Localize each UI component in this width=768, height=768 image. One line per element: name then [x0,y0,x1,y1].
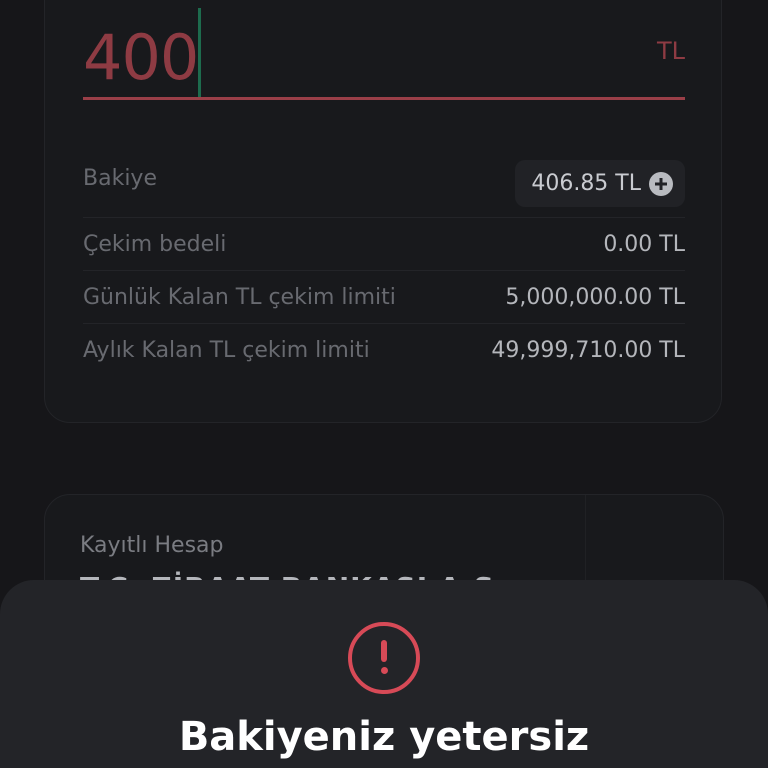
plus-circle-icon[interactable] [649,171,673,196]
withdraw-page: 400 TL Bakiye 406.85 TL Çekim bedeli 0.0… [0,0,768,768]
daily-limit-row: Günlük Kalan TL çekim limiti 5,000,000.0… [83,271,685,324]
daily-limit-label: Günlük Kalan TL çekim limiti [83,285,396,310]
withdraw-info-list: Bakiye 406.85 TL Çekim bedeli 0.00 TL Gü… [83,158,685,377]
fee-value: 0.00 TL [603,232,685,257]
exclamation-bar [381,640,387,662]
balance-value: 406.85 TL [531,171,641,196]
fee-label: Çekim bedeli [83,232,227,257]
balance-row: Bakiye 406.85 TL [83,158,685,218]
monthly-limit-value: 49,999,710.00 TL [491,338,685,363]
amount-value: 400 [83,21,199,94]
exclamation-circle-icon [348,622,420,694]
amount-input[interactable]: 400 TL [83,8,685,100]
text-caret [198,8,201,98]
monthly-limit-row: Aylık Kalan TL çekim limiti 49,999,710.0… [83,324,685,377]
amount-underline [83,97,685,100]
fee-row: Çekim bedeli 0.00 TL [83,218,685,271]
exclamation-dot [380,667,388,674]
sheet-title: Bakiyeniz yetersiz [178,714,590,760]
amount-currency: TL [656,37,685,65]
insufficient-balance-sheet: Bakiyeniz yetersiz [0,580,768,768]
saved-account-label: Kayıtlı Hesap [80,533,224,558]
balance-label: Bakiye [83,166,157,191]
daily-limit-value: 5,000,000.00 TL [505,285,685,310]
balance-chip[interactable]: 406.85 TL [515,160,685,207]
monthly-limit-label: Aylık Kalan TL çekim limiti [83,338,370,363]
